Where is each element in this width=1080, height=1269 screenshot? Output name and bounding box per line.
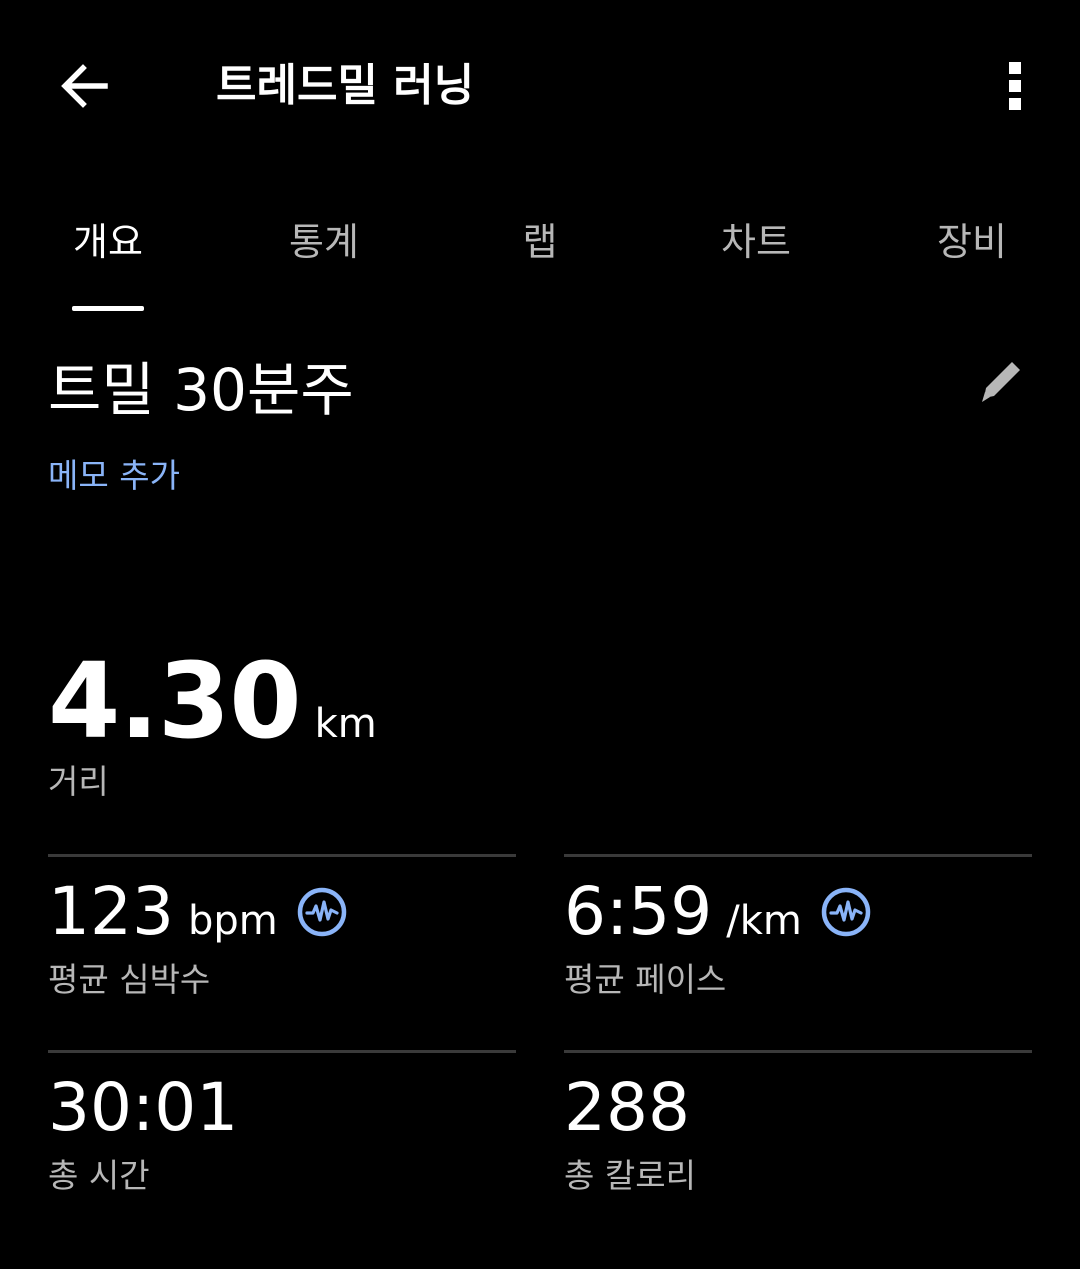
avg-heart-rate-label: 평균 심박수 [48,960,211,999]
active-tab-indicator [72,306,144,311]
heart-rate-wave-icon [820,886,872,938]
avg-pace-unit: /km [726,898,802,944]
avg-pace-label: 평균 페이스 [564,960,727,999]
total-time-label: 총 시간 [48,1156,150,1195]
distance-display: 4.30 km [48,646,377,756]
heart-rate-wave-icon [296,886,348,938]
tab-overview[interactable]: 개요 [33,212,183,272]
page-title: 트레드밀 러닝 [216,60,475,111]
divider [48,1050,516,1053]
total-calories-value: 288 [564,1069,690,1146]
tab-gear[interactable]: 장비 [897,212,1047,272]
back-button[interactable] [40,44,130,128]
pencil-icon [982,362,1020,402]
edit-title-button[interactable] [968,350,1036,414]
more-options-button[interactable] [990,48,1040,124]
workout-title: 트밀 30분주 [48,356,354,424]
distance-value: 4.30 [48,640,302,762]
total-calories-stat: 288 [564,1070,690,1146]
more-vertical-icon [1009,62,1021,110]
avg-pace-value: 6:59 [564,873,713,950]
arrow-left-icon [61,64,108,108]
total-time-stat: 30:01 [48,1070,238,1146]
distance-unit: km [314,701,377,747]
divider [48,854,516,857]
distance-label: 거리 [48,762,109,801]
add-memo-link[interactable]: 메모 추가 [48,454,180,498]
avg-heart-rate-unit: bpm [187,898,278,944]
total-calories-label: 총 칼로리 [564,1156,696,1195]
tab-charts[interactable]: 차트 [681,212,831,272]
divider [564,854,1032,857]
avg-heart-rate-value: 123 [48,873,174,950]
tab-laps[interactable]: 랩 [465,212,615,272]
total-time-value: 30:01 [48,1069,239,1146]
divider [564,1050,1032,1053]
avg-heart-rate-stat[interactable]: 123 bpm [48,874,348,950]
avg-pace-stat[interactable]: 6:59 /km [564,874,872,950]
tab-stats[interactable]: 통계 [249,212,399,272]
